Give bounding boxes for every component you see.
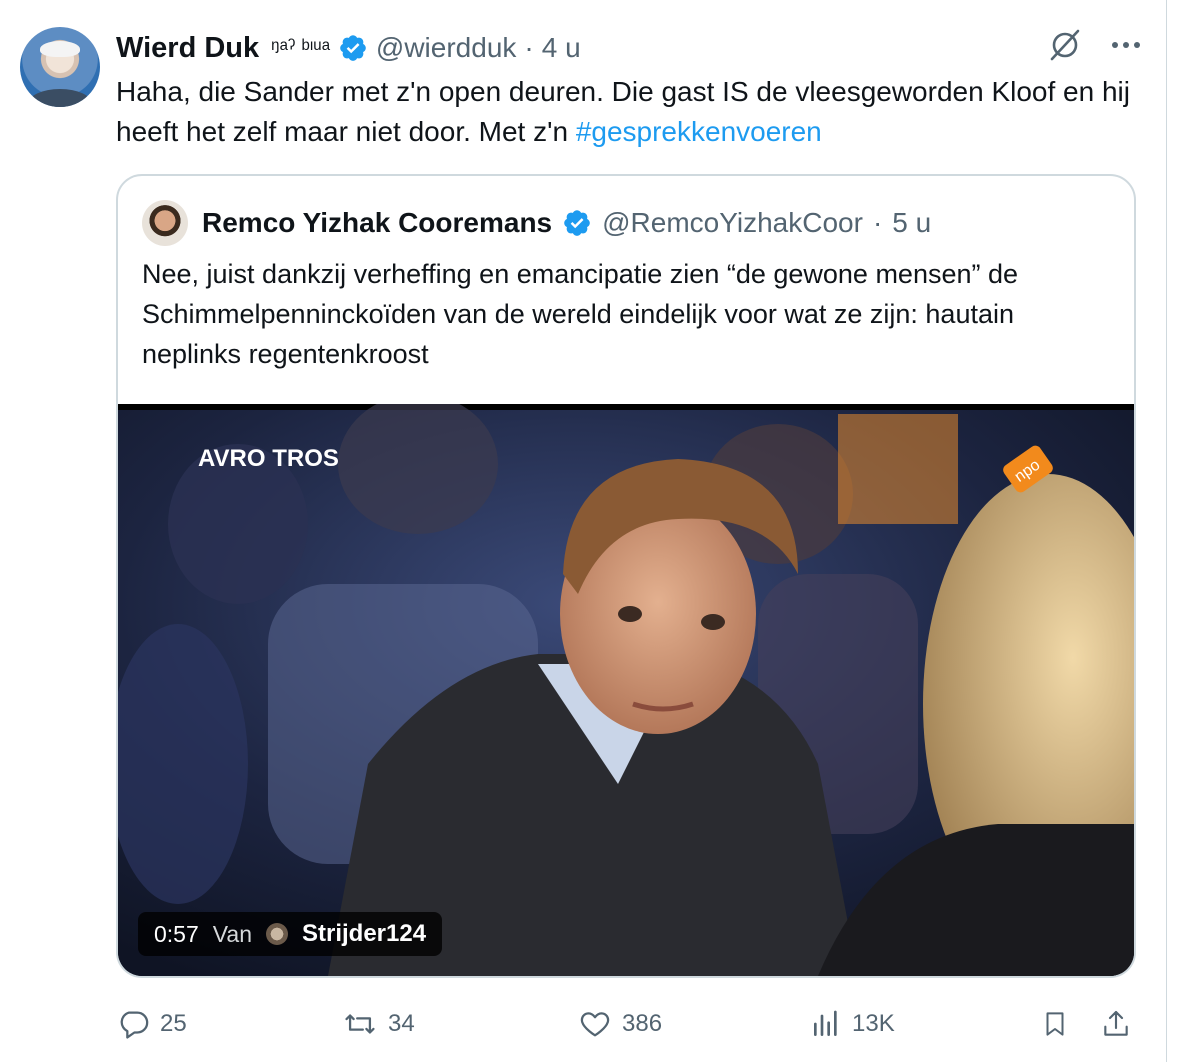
bookmark-button[interactable] [1040, 1002, 1070, 1046]
tweet-time[interactable]: 4 u [542, 32, 581, 64]
via-label: Van [212, 920, 252, 947]
quoted-tweet-header: Remco Yizhak Cooremans @RemcoYizhakCoor … [142, 200, 931, 246]
avatar[interactable] [20, 27, 100, 107]
quoted-tweet-text: Nee, juist dankzij verheffing en emancip… [142, 259, 1019, 369]
share-button[interactable] [1100, 1002, 1132, 1046]
via-user[interactable]: Strijder124 [302, 920, 426, 948]
like-button[interactable]: 386 [578, 1002, 662, 1046]
retweet-button[interactable]: 34 [342, 1002, 415, 1046]
like-icon [580, 1012, 610, 1037]
verified-badge-icon [340, 35, 366, 61]
tweet-actions: 25 34 386 13K [116, 1002, 1146, 1046]
separator-dot: · [872, 207, 883, 238]
via-user-avatar[interactable] [265, 923, 288, 945]
reply-button[interactable]: 25 [116, 1002, 187, 1046]
separator-dot: · [524, 32, 534, 63]
views-icon [814, 1010, 837, 1036]
quoted-author-handle[interactable]: @RemcoYizhakCoor [602, 207, 863, 239]
author-handle[interactable]: @wierdduk [376, 32, 516, 64]
video-badge: 0:57 Van Strijder124 [138, 912, 443, 956]
bookmark-icon [1046, 1012, 1064, 1036]
tweet-top-actions [1048, 28, 1142, 62]
views-button[interactable]: 13K [810, 1002, 895, 1046]
verified-badge-icon [564, 210, 590, 236]
more-icon[interactable] [1110, 40, 1142, 50]
views-count: 13K [852, 1010, 895, 1037]
retweet-icon [345, 1014, 375, 1034]
tweet-text: Haha, die Sander met z'n open deuren. Di… [116, 72, 1146, 152]
video-duration: 0:57 [154, 920, 199, 947]
like-count: 386 [622, 1010, 663, 1037]
grok-icon[interactable] [1048, 28, 1082, 62]
hashtag-link[interactable]: #gesprekkenvoeren [576, 116, 822, 147]
quoted-author-name[interactable]: Remco Yizhak Cooremans [202, 207, 552, 239]
quoted-tweet-time[interactable]: 5 u [892, 207, 931, 239]
author-name[interactable]: Wierd Duk [116, 32, 259, 65]
video-frame: AVRO TROS npo [118, 404, 1134, 976]
share-icon [1104, 1010, 1128, 1036]
quoted-tweet[interactable]: Remco Yizhak Cooremans @RemcoYizhakCoor … [116, 174, 1136, 978]
reply-count: 25 [160, 1010, 187, 1037]
quoted-avatar[interactable] [142, 200, 188, 246]
tweet-header: Wierd Duk ᵑᵃˀ ᵇᶦᵘᵃ @wierdduk · 4 u [116, 30, 581, 66]
author-name-decoration: ᵑᵃˀ ᵇᶦᵘᵃ [271, 35, 330, 60]
reply-icon [120, 1011, 149, 1039]
avrotros-logo: AVRO TROS [198, 445, 339, 472]
video-player[interactable]: AVRO TROS npo 0:57 Van Strijder124 [118, 404, 1134, 976]
svg-text:AVRO TROS: AVRO TROS [198, 445, 339, 472]
retweet-count: 34 [388, 1010, 415, 1037]
timeline-divider [1166, 0, 1167, 1062]
